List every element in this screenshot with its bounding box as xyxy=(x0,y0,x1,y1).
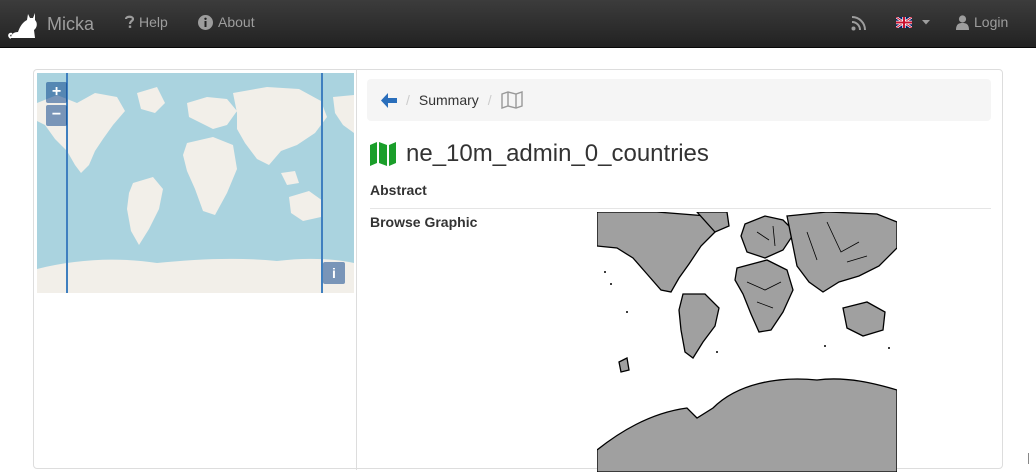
record-panel: + − i / Summary / ne_10m_admin_0_countri… xyxy=(33,69,1003,472)
map-outline-icon[interactable] xyxy=(500,91,523,109)
map-attribution-button[interactable]: i xyxy=(323,262,345,284)
question-icon xyxy=(125,15,134,28)
info-circle-icon xyxy=(198,14,213,30)
help-link[interactable]: Help xyxy=(125,14,168,30)
abstract-label: Abstract xyxy=(370,182,427,198)
caret-down-icon xyxy=(922,20,930,25)
cat-logo-icon xyxy=(8,13,37,39)
breadcrumb: / Summary / xyxy=(367,79,991,121)
help-label: Help xyxy=(139,14,168,30)
rss-link[interactable] xyxy=(851,16,871,31)
breadcrumb-summary[interactable]: Summary xyxy=(419,92,479,108)
navbar: Micka Help About Login xyxy=(0,0,1036,48)
browse-graphic-image[interactable] xyxy=(597,212,897,472)
divider xyxy=(370,208,991,209)
user-icon xyxy=(956,14,969,30)
back-arrow-icon[interactable] xyxy=(381,92,397,108)
about-label: About xyxy=(218,14,255,30)
zoom-out-button[interactable]: − xyxy=(46,105,67,126)
map-column: + − i xyxy=(34,70,357,470)
record-title-text: ne_10m_admin_0_countries xyxy=(406,140,709,167)
brand[interactable]: Micka xyxy=(8,8,94,40)
language-dropdown[interactable] xyxy=(896,17,935,28)
breadcrumb-separator: / xyxy=(406,92,410,108)
countries-thumbnail xyxy=(597,212,897,472)
rss-icon xyxy=(851,16,866,31)
extent-map[interactable]: + − i xyxy=(37,73,354,293)
login-label: Login xyxy=(974,14,1009,30)
brand-name: Micka xyxy=(47,13,95,34)
browse-graphic-label: Browse Graphic xyxy=(370,214,478,230)
about-link[interactable]: About xyxy=(198,14,255,30)
resize-handle xyxy=(1028,453,1034,464)
zoom-in-button[interactable]: + xyxy=(46,82,67,103)
record-title: ne_10m_admin_0_countries xyxy=(370,140,709,168)
login-link[interactable]: Login xyxy=(956,14,1008,30)
world-map-tiles xyxy=(37,73,354,293)
map-icon xyxy=(370,142,396,166)
breadcrumb-separator: / xyxy=(487,92,492,108)
uk-flag-icon xyxy=(896,17,912,28)
